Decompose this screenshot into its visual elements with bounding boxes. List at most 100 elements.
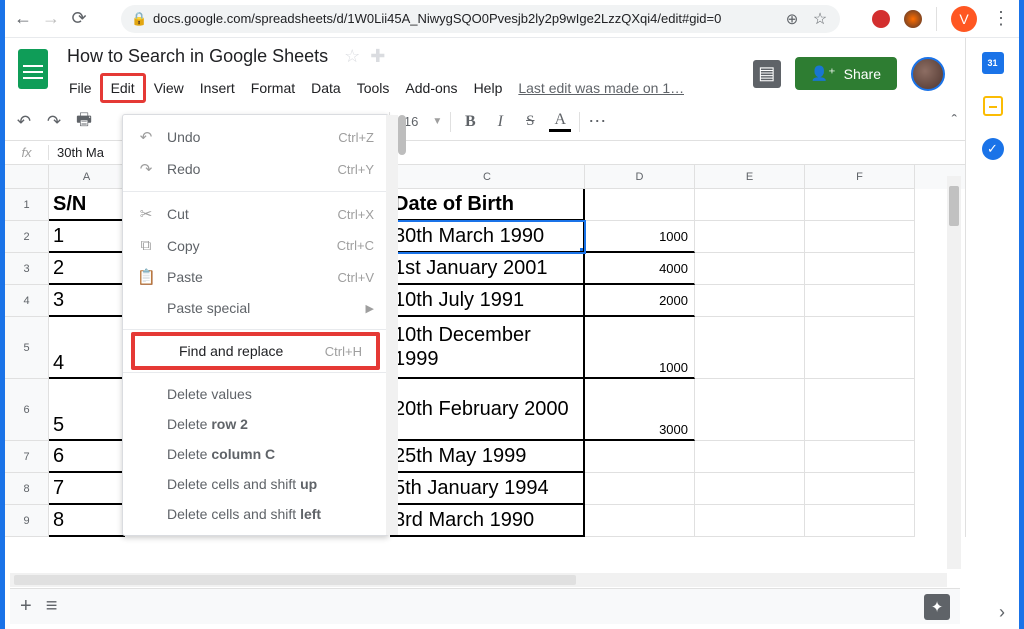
row-header-4[interactable]: 4 — [5, 285, 49, 317]
cell[interactable]: 8 — [49, 505, 125, 537]
forward-icon[interactable]: → — [41, 9, 61, 29]
select-all-corner[interactable] — [5, 165, 49, 189]
extension-icon-2[interactable] — [904, 10, 922, 28]
reload-icon[interactable]: ⟳ — [69, 9, 89, 29]
keep-icon[interactable] — [983, 96, 1003, 116]
menu-item-undo[interactable]: ↶ Undo Ctrl+Z — [123, 121, 388, 153]
formula-content[interactable]: 30th Ma — [49, 145, 104, 160]
menu-item-copy[interactable]: ⧉ Copy Ctrl+C — [123, 230, 388, 261]
bold-icon[interactable]: B — [459, 113, 481, 131]
cell[interactable]: 4000 — [585, 253, 695, 285]
col-header-a[interactable]: A — [49, 165, 125, 189]
cell[interactable]: 5th January 1994 — [390, 473, 585, 505]
cell[interactable]: 2 — [49, 253, 125, 285]
cell-selected[interactable]: 30th March 1990 — [390, 221, 585, 253]
menu-help[interactable]: Help — [466, 76, 511, 100]
cell[interactable]: 1st January 2001 — [390, 253, 585, 285]
profile-avatar[interactable]: V — [951, 6, 977, 32]
all-sheets-icon[interactable]: ≡ — [46, 595, 58, 618]
back-icon[interactable]: ← — [13, 9, 33, 29]
cell[interactable]: 3 — [49, 285, 125, 317]
cell[interactable]: 25th May 1999 — [390, 441, 585, 473]
menu-format[interactable]: Format — [243, 76, 303, 100]
cell[interactable]: 3000 — [585, 379, 695, 441]
cell[interactable]: 3rd March 1990 — [390, 505, 585, 537]
collapse-toolbar-icon[interactable]: ˆ — [952, 113, 957, 131]
italic-icon[interactable]: I — [489, 113, 511, 131]
strikethrough-icon[interactable]: S — [519, 113, 541, 130]
row-header-2[interactable]: 2 — [5, 221, 49, 253]
menu-item-cut[interactable]: ✂ Cut Ctrl+X — [123, 198, 388, 230]
redo-icon[interactable]: ↷ — [43, 112, 65, 132]
undo-icon[interactable]: ↶ — [13, 112, 35, 132]
cell[interactable] — [805, 441, 915, 473]
zoom-icon[interactable]: ⊕ — [782, 9, 802, 29]
row-header-8[interactable]: 8 — [5, 473, 49, 505]
cell[interactable] — [805, 317, 915, 379]
menu-file[interactable]: File — [61, 76, 100, 100]
cell[interactable] — [695, 441, 805, 473]
show-sidepanel-icon[interactable]: › — [999, 602, 1005, 623]
cell[interactable] — [695, 379, 805, 441]
cell[interactable] — [695, 473, 805, 505]
cell[interactable]: 4 — [49, 317, 125, 379]
cell[interactable]: 7 — [49, 473, 125, 505]
document-title[interactable]: How to Search in Google Sheets — [61, 44, 334, 69]
cell[interactable]: 2000 — [585, 285, 695, 317]
kebab-menu-icon[interactable]: ⋮ — [991, 9, 1011, 29]
last-edit-text[interactable]: Last edit was made on 1… — [518, 80, 684, 96]
col-header-f[interactable]: F — [805, 165, 915, 189]
cell[interactable] — [805, 473, 915, 505]
menu-tools[interactable]: Tools — [349, 76, 398, 100]
menu-scrollbar-track[interactable] — [386, 115, 398, 535]
cell[interactable]: 1 — [49, 221, 125, 253]
menu-item-find-replace[interactable]: Find and replace Ctrl+H — [131, 332, 380, 370]
explore-button[interactable]: ✦ — [924, 594, 950, 620]
menu-item-delete-shift-up[interactable]: Delete cells and shift up — [123, 469, 388, 499]
cell[interactable] — [805, 505, 915, 537]
tasks-icon[interactable]: ✓ — [982, 138, 1004, 160]
cell[interactable]: 5 — [49, 379, 125, 441]
row-header-3[interactable]: 3 — [5, 253, 49, 285]
horizontal-scrollbar[interactable] — [10, 573, 947, 587]
row-header-6[interactable]: 6 — [5, 379, 49, 441]
cell[interactable] — [585, 473, 695, 505]
sheets-logo[interactable] — [13, 44, 53, 94]
row-header-5[interactable]: 5 — [5, 317, 49, 379]
cell[interactable]: Date of Birth — [390, 189, 585, 221]
vertical-scrollbar[interactable] — [947, 176, 961, 569]
add-sheet-icon[interactable]: + — [20, 595, 32, 618]
cell[interactable]: S/N — [49, 189, 125, 221]
col-header-c[interactable]: C — [390, 165, 585, 189]
cell[interactable] — [695, 505, 805, 537]
menu-item-paste-special[interactable]: Paste special ▶ — [123, 293, 388, 323]
cell[interactable] — [585, 189, 695, 221]
print-icon[interactable]: 🖶 — [73, 107, 95, 136]
menu-addons[interactable]: Add-ons — [397, 76, 465, 100]
menu-data[interactable]: Data — [303, 76, 349, 100]
comments-icon[interactable]: ▤ — [753, 60, 781, 88]
star-icon[interactable]: ☆ — [344, 46, 360, 67]
calendar-icon[interactable] — [982, 52, 1004, 74]
cell[interactable] — [695, 285, 805, 317]
text-color-icon[interactable]: A — [549, 111, 571, 132]
cell[interactable]: 10th July 1991 — [390, 285, 585, 317]
bookmark-star-icon[interactable]: ☆ — [810, 9, 830, 29]
cell[interactable] — [585, 505, 695, 537]
menu-edit[interactable]: Edit — [100, 73, 146, 103]
menu-item-paste[interactable]: 📋 Paste Ctrl+V — [123, 261, 388, 293]
menu-item-delete-shift-left[interactable]: Delete cells and shift left — [123, 499, 388, 529]
menu-item-redo[interactable]: ↷ Redo Ctrl+Y — [123, 153, 388, 185]
cell[interactable] — [805, 379, 915, 441]
menu-item-delete-values[interactable]: Delete values — [123, 379, 388, 409]
cell[interactable] — [805, 253, 915, 285]
share-button[interactable]: 👤⁺ Share — [795, 57, 897, 90]
cell[interactable] — [585, 441, 695, 473]
menu-insert[interactable]: Insert — [192, 76, 243, 100]
col-header-d[interactable]: D — [585, 165, 695, 189]
user-avatar[interactable] — [911, 57, 945, 91]
dropdown-icon[interactable]: ▼ — [432, 116, 442, 127]
row-header-7[interactable]: 7 — [5, 441, 49, 473]
more-icon[interactable]: ⋯ — [588, 111, 608, 132]
cell[interactable] — [805, 221, 915, 253]
